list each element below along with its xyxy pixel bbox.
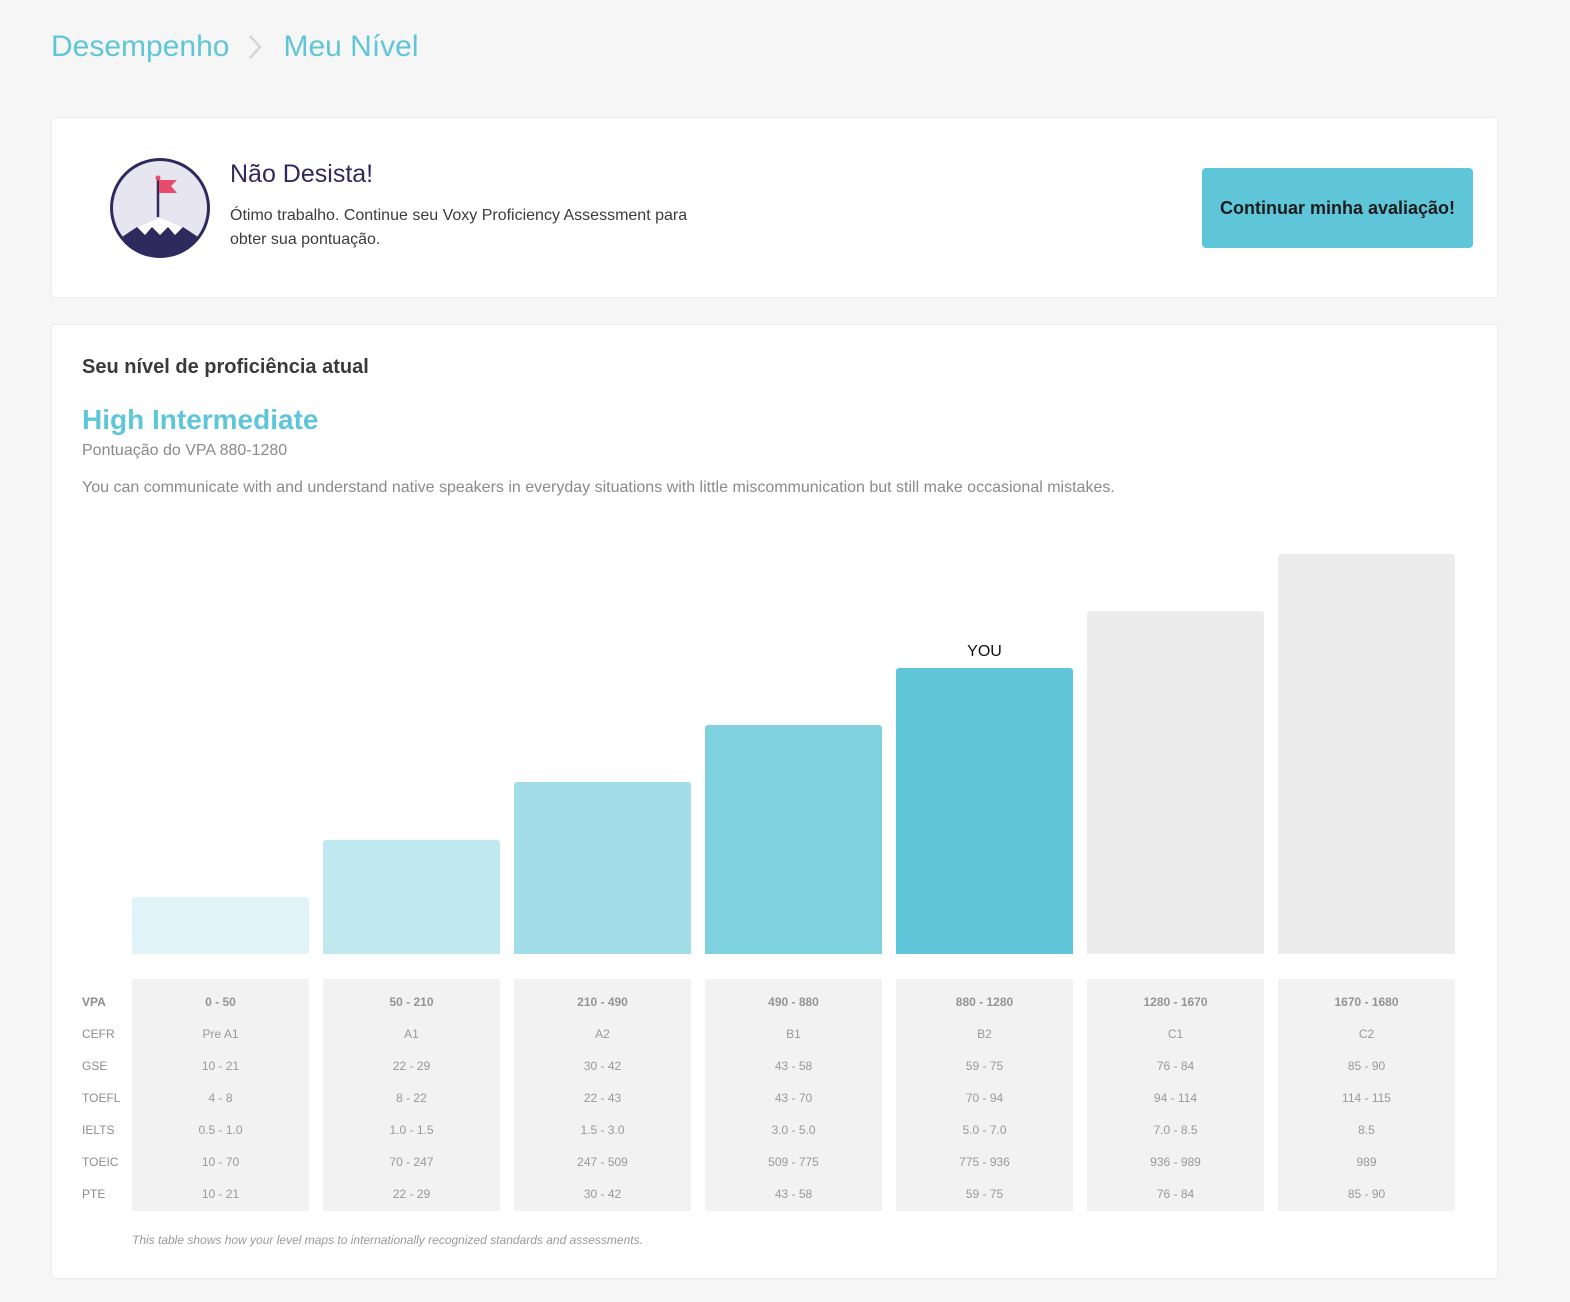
table-row-label: VPA xyxy=(82,995,106,1009)
encouragement-text: Ótimo trabalho. Continue seu Voxy Profic… xyxy=(230,207,688,248)
table-cell: 210 - 490 xyxy=(577,995,628,1009)
continue-assessment-button[interactable]: Continuar minha avaliação! xyxy=(1202,168,1473,248)
table-cell: B2 xyxy=(977,1027,992,1041)
chevron-right-icon xyxy=(247,33,263,61)
table-cell: 8.5 xyxy=(1358,1123,1375,1137)
table-cell: 59 - 75 xyxy=(965,1059,1004,1073)
table-row-label: CEFR xyxy=(82,1027,115,1041)
table-cell: 490 - 880 xyxy=(768,995,819,1009)
you-marker-label: YOU xyxy=(967,643,1002,660)
table-row-label: TOEFL xyxy=(82,1091,121,1105)
table-cell: 59 - 75 xyxy=(965,1187,1004,1201)
level-bar xyxy=(323,839,500,954)
level-bar xyxy=(705,725,882,954)
proficiency-card: Seu nível de proficiência atual High Int… xyxy=(51,324,1498,1279)
table-cell: 76 - 84 xyxy=(1156,1059,1195,1073)
table-cell: 4 - 8 xyxy=(208,1091,233,1105)
table-cell: 247 - 509 xyxy=(577,1155,628,1169)
table-cell: 0 - 50 xyxy=(205,995,236,1009)
encouragement-title: Não Desista! xyxy=(230,160,374,188)
table-cell: 85 - 90 xyxy=(1347,1187,1386,1201)
table-cell: B1 xyxy=(786,1027,801,1041)
table-cell: 775 - 936 xyxy=(959,1155,1010,1169)
table-cell: 50 - 210 xyxy=(389,995,434,1009)
table-cell: 76 - 84 xyxy=(1156,1187,1195,1201)
encouragement-card: Não Desista! Ótimo trabalho. Continue se… xyxy=(51,117,1498,298)
table-cell: 1.5 - 3.0 xyxy=(580,1123,625,1137)
table-cell: 989 xyxy=(1356,1155,1377,1169)
table-cell: A2 xyxy=(595,1027,610,1041)
table-cell: 1280 - 1670 xyxy=(1143,995,1208,1009)
level-bar xyxy=(1278,553,1455,954)
breadcrumb-desempenho-link[interactable]: Desempenho xyxy=(51,30,229,64)
table-cell: 880 - 1280 xyxy=(955,995,1014,1009)
table-cell: 70 - 247 xyxy=(389,1155,434,1169)
table-cell: 30 - 42 xyxy=(583,1187,622,1201)
table-cell: 43 - 58 xyxy=(774,1059,813,1073)
breadcrumb: Desempenho Meu Nível xyxy=(51,30,419,64)
level-bar xyxy=(1087,610,1264,954)
table-cell: C2 xyxy=(1358,1027,1375,1041)
table-cell: 1.0 - 1.5 xyxy=(389,1123,434,1137)
table-cell: 3.0 - 5.0 xyxy=(771,1123,816,1137)
table-cell: 22 - 29 xyxy=(392,1187,431,1201)
table-cell: 1670 - 1680 xyxy=(1334,995,1399,1009)
table-cell: 936 - 989 xyxy=(1150,1155,1201,1169)
table-cell: 30 - 42 xyxy=(583,1059,622,1073)
table-cell: 10 - 70 xyxy=(201,1155,240,1169)
table-row-label: PTE xyxy=(82,1187,106,1201)
table-cell: 22 - 29 xyxy=(392,1059,431,1073)
table-cell: 0.5 - 1.0 xyxy=(198,1123,243,1137)
level-score: Pontuação do VPA 880-1280 xyxy=(82,442,288,459)
table-cell: 8 - 22 xyxy=(396,1091,427,1105)
table-cell: C1 xyxy=(1167,1027,1184,1041)
table-cell: 509 - 775 xyxy=(768,1155,819,1169)
table-row-label: GSE xyxy=(82,1059,108,1073)
level-bar xyxy=(514,782,691,954)
level-bar xyxy=(896,668,1073,954)
level-description: You can communicate with and understand … xyxy=(82,479,1115,496)
table-cell: A1 xyxy=(404,1027,419,1041)
breadcrumb-current: Meu Nível xyxy=(283,30,419,63)
table-cell: 10 - 21 xyxy=(201,1059,240,1073)
table-cell: 43 - 58 xyxy=(774,1187,813,1201)
table-cell: 5.0 - 7.0 xyxy=(962,1123,1007,1137)
level-name: High Intermediate xyxy=(82,404,319,435)
section-title: Seu nível de proficiência atual xyxy=(82,356,369,378)
table-cell: 114 - 115 xyxy=(1342,1091,1391,1105)
table-footnote: This table shows how your level maps to … xyxy=(132,1233,643,1247)
table-cell: Pre A1 xyxy=(202,1027,239,1041)
table-cell: 85 - 90 xyxy=(1347,1059,1386,1073)
table-cell: 10 - 21 xyxy=(201,1187,240,1201)
table-cell: 94 - 114 xyxy=(1153,1091,1198,1105)
table-row-label: IELTS xyxy=(82,1123,115,1137)
mountain-flag-icon xyxy=(107,155,213,261)
table-cell: 7.0 - 8.5 xyxy=(1153,1123,1198,1137)
table-row-label: TOEIC xyxy=(82,1155,119,1169)
level-bar xyxy=(132,896,309,954)
table-cell: 43 - 70 xyxy=(774,1091,813,1105)
table-cell: 70 - 94 xyxy=(965,1091,1004,1105)
table-cell: 22 - 43 xyxy=(583,1091,622,1105)
